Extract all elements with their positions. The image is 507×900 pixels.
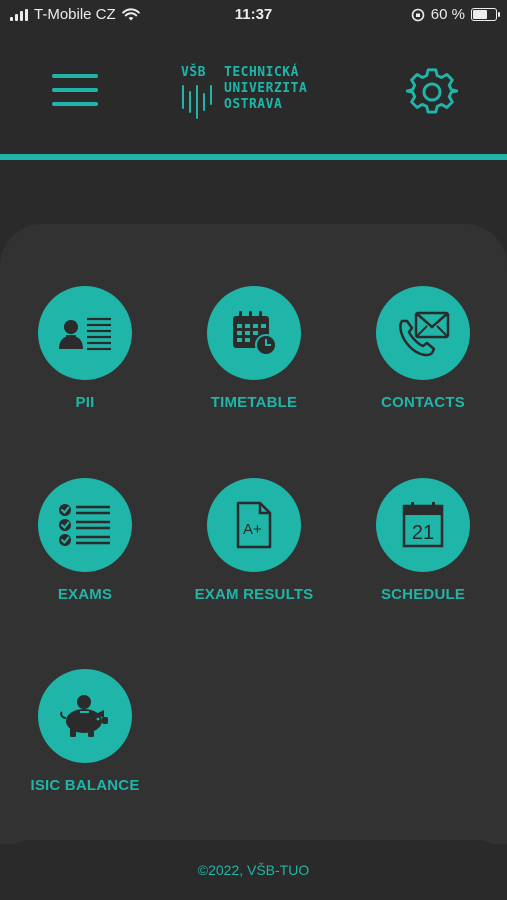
logo-line-1: TECHNICKÁ: [224, 65, 299, 80]
status-right: 60 %: [411, 6, 500, 23]
tile-schedule[interactable]: 21 SCHEDULE: [343, 478, 503, 628]
app-header: VŠB TECHNICKÁ UNIVERZITA OSTRAVA: [0, 32, 507, 154]
tile-isic-balance[interactable]: ISIC BALANCE: [5, 669, 165, 819]
gear-icon: [405, 68, 459, 114]
menu-panel: PII TIMETABLE CONTACTS EXAMS A+ EXAM RES…: [0, 224, 507, 844]
tile-schedule-label: SCHEDULE: [380, 586, 466, 603]
id-card-icon: [59, 317, 111, 351]
tile-timetable-label: TIMETABLE: [210, 394, 298, 411]
calendar-clock-icon: [233, 311, 277, 356]
tile-contacts-label: CONTACTS: [381, 394, 465, 411]
tile-exam-results-circle: A+: [207, 478, 301, 572]
tile-pii-label: PII: [75, 394, 95, 411]
tile-exams[interactable]: EXAMS: [5, 478, 165, 628]
copyright-text: ©2022, VŠB-TUO: [197, 862, 310, 878]
header-divider: [0, 154, 507, 160]
phone-mail-icon: [399, 311, 450, 357]
logo-text: TECHNICKÁ UNIVERZITA OSTRAVA: [224, 65, 307, 113]
menu-button[interactable]: [50, 70, 102, 110]
calendar-day-number: 21: [412, 522, 434, 544]
piggy-bank-icon: [60, 695, 108, 737]
logo-line-2: UNIVERZITA: [224, 81, 308, 96]
tile-schedule-circle: 21: [376, 478, 470, 572]
tile-pii-circle: [38, 286, 132, 380]
graded-document-icon: A+: [236, 501, 272, 549]
tile-exam-results[interactable]: A+ EXAM RESULTS: [174, 478, 334, 628]
battery-percent: 60 %: [430, 6, 465, 23]
settings-button[interactable]: [405, 66, 459, 118]
hamburger-line: [52, 102, 98, 106]
battery-icon: [471, 8, 500, 21]
tile-timetable[interactable]: TIMETABLE: [174, 286, 334, 436]
logo-line-3: OSTRAVA: [224, 97, 283, 112]
calendar-day-icon: 21: [402, 502, 444, 548]
svg-text:A+: A+: [243, 521, 262, 538]
hamburger-line: [52, 88, 98, 92]
status-bar: T-Mobile CZ 11:37 60 %: [0, 0, 507, 32]
tile-exams-circle: [38, 478, 132, 572]
logo-bars-icon: [182, 85, 212, 119]
tile-exam-results-label: EXAM RESULTS: [194, 586, 314, 603]
tile-contacts-circle: [376, 286, 470, 380]
checklist-icon: [59, 504, 110, 546]
tile-timetable-circle: [207, 286, 301, 380]
tile-isic-balance-circle: [38, 669, 132, 763]
tile-contacts[interactable]: CONTACTS: [343, 286, 503, 436]
logo-vsb-text: VŠB: [181, 65, 206, 80]
university-logo: VŠB TECHNICKÁ UNIVERZITA OSTRAVA: [181, 62, 331, 122]
hamburger-icon: [52, 74, 98, 78]
tile-isic-balance-label: ISIC BALANCE: [30, 777, 140, 794]
orientation-lock-icon: [411, 8, 425, 21]
tile-exams-label: EXAMS: [57, 586, 113, 603]
tile-pii[interactable]: PII: [5, 286, 165, 436]
footer: ©2022, VŠB-TUO: [0, 840, 507, 900]
